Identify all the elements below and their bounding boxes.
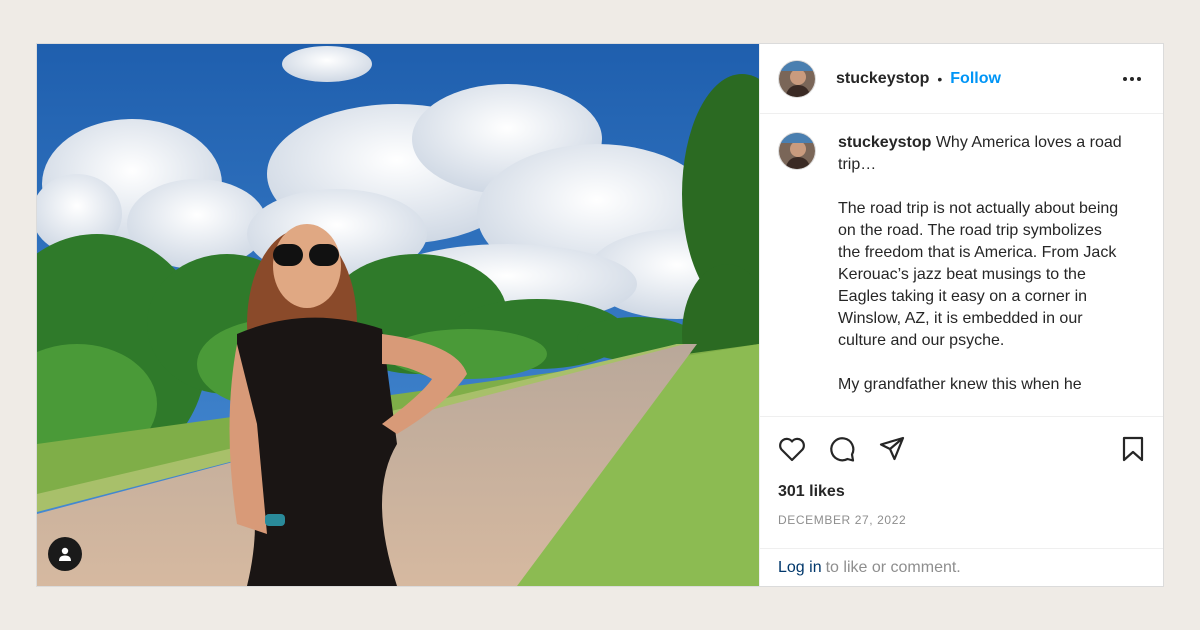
like-button[interactable] (778, 436, 806, 462)
follow-button[interactable]: Follow (950, 70, 1001, 88)
login-link[interactable]: Log in (778, 559, 822, 577)
bookmark-icon (1122, 436, 1144, 462)
post-date: DECEMBER 27, 2022 (778, 513, 907, 527)
likes-count[interactable]: 301 likes (760, 483, 1163, 501)
heart-icon (779, 437, 805, 462)
share-button[interactable] (878, 435, 906, 463)
profile-photo (779, 133, 815, 169)
action-bar (760, 417, 1163, 481)
login-prompt: Log in to like or comment. (760, 548, 1163, 586)
road-trip-photo (37, 44, 759, 586)
post-username[interactable]: stuckeystop (836, 70, 929, 88)
post-header: stuckeystop • Follow (760, 44, 1163, 114)
more-icon-dot (1137, 76, 1141, 81)
caption-avatar[interactable] (778, 132, 816, 170)
more-icon (1123, 76, 1127, 81)
comment-button[interactable] (828, 435, 856, 463)
comment-icon (830, 437, 855, 462)
post-actions-section: 301 likes DECEMBER 27, 2022 Log in to li… (760, 416, 1163, 586)
post-photo[interactable] (37, 44, 759, 586)
avatar[interactable] (778, 59, 816, 98)
login-prompt-text: to like or comment. (825, 558, 961, 576)
save-button[interactable] (1121, 435, 1145, 463)
user-tag-button[interactable] (48, 537, 82, 571)
share-icon (879, 436, 905, 461)
user-icon (59, 547, 71, 561)
profile-photo (779, 60, 815, 97)
caption-section: stuckeystop Why America loves a road tri… (760, 114, 1163, 416)
instagram-post-embed: stuckeystop • Follow stuckeystop Why Ame… (36, 43, 1164, 587)
caption-username[interactable]: stuckeystop (838, 134, 931, 151)
more-icon-dot (1130, 76, 1134, 81)
post-details-panel: stuckeystop • Follow stuckeystop Why Ame… (759, 44, 1163, 586)
separator-dot: • (937, 70, 943, 87)
more-options-button[interactable] (1119, 71, 1145, 87)
caption-body: Why America loves a road trip… The road … (838, 134, 1122, 393)
caption-text: stuckeystop Why America loves a road tri… (838, 132, 1128, 416)
